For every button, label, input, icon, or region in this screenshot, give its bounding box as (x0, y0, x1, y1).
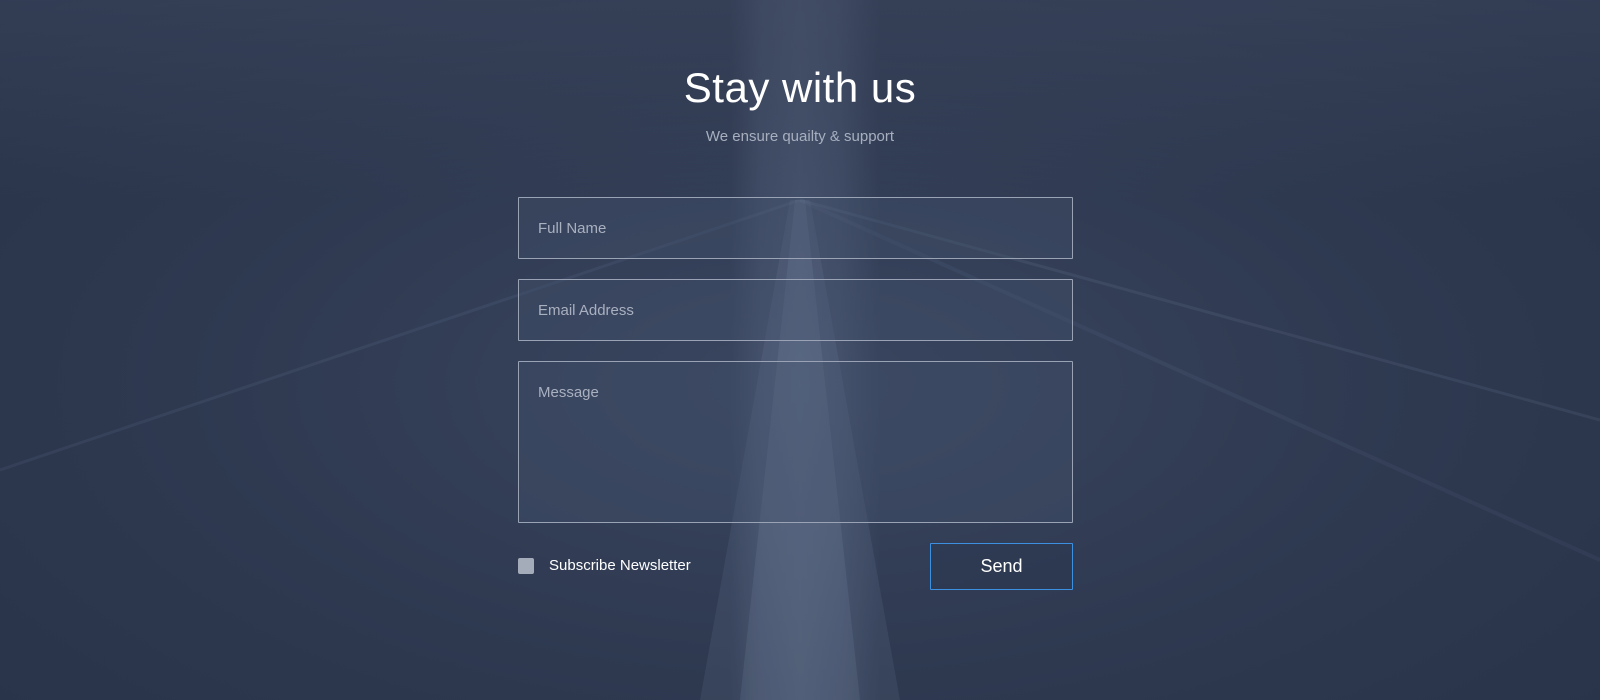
full-name-input[interactable] (518, 197, 1073, 259)
page-title: Stay with us (683, 64, 917, 111)
email-input[interactable] (518, 279, 1073, 341)
newsletter-label: Subscribe Newsletter (549, 557, 691, 574)
message-textarea[interactable] (518, 361, 1073, 523)
newsletter-checkbox[interactable] (518, 558, 534, 574)
subscribe-newsletter-checkbox-row[interactable]: Subscribe Newsletter (518, 556, 691, 576)
contact-section: Stay with us We ensure quailty & support… (0, 0, 1600, 700)
send-button[interactable]: Send (930, 543, 1073, 590)
page-subtitle: We ensure quailty & support (705, 128, 895, 145)
